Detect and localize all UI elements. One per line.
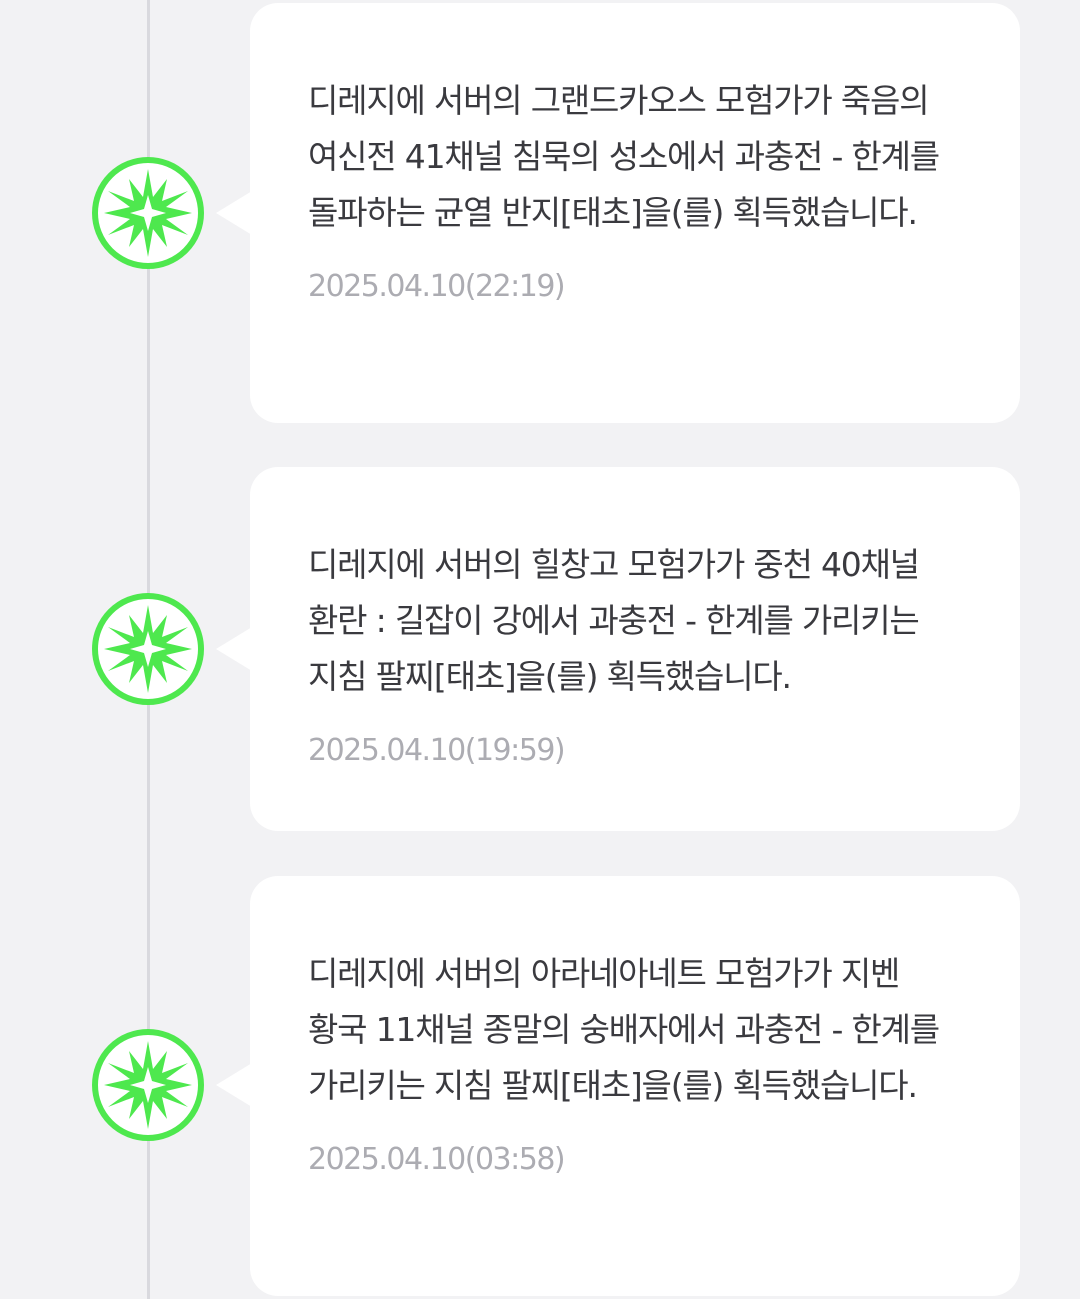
card-pointer xyxy=(216,1063,252,1107)
notification-card: 디레지에 서버의 힐창고 모험가가 중천 40채널 환란 : 길잡이 강에서 과… xyxy=(216,467,1020,831)
card-pointer xyxy=(216,191,252,235)
notification-timestamp: 2025.04.10(22:19) xyxy=(308,269,566,304)
card-pointer xyxy=(216,627,252,671)
green-starburst-icon xyxy=(90,591,206,707)
timeline-item[interactable]: 디레지에 서버의 힐창고 모험가가 중천 40채널 환란 : 길잡이 강에서 과… xyxy=(0,467,1080,831)
notification-card: 디레지에 서버의 그랜드카오스 모험가가 죽음의 여신전 41채널 침묵의 성소… xyxy=(216,3,1020,423)
green-starburst-icon xyxy=(90,1027,206,1143)
notification-card: 디레지에 서버의 아라네아네트 모험가가 지벤 황국 11채널 종말의 숭배자에… xyxy=(216,876,1020,1296)
notification-message: 디레지에 서버의 아라네아네트 모험가가 지벤 황국 11채널 종말의 숭배자에… xyxy=(308,954,940,1105)
timeline-item[interactable]: 디레지에 서버의 아라네아네트 모험가가 지벤 황국 11채널 종말의 숭배자에… xyxy=(0,876,1080,1296)
green-starburst-icon xyxy=(90,155,206,271)
notification-message: 디레지에 서버의 힐창고 모험가가 중천 40채널 환란 : 길잡이 강에서 과… xyxy=(308,545,920,696)
notification-timestamp: 2025.04.10(03:58) xyxy=(308,1142,566,1177)
notification-timestamp: 2025.04.10(19:59) xyxy=(308,733,566,768)
timeline-item[interactable]: 디레지에 서버의 그랜드카오스 모험가가 죽음의 여신전 41채널 침묵의 성소… xyxy=(0,3,1080,423)
notification-message: 디레지에 서버의 그랜드카오스 모험가가 죽음의 여신전 41채널 침묵의 성소… xyxy=(308,81,940,232)
